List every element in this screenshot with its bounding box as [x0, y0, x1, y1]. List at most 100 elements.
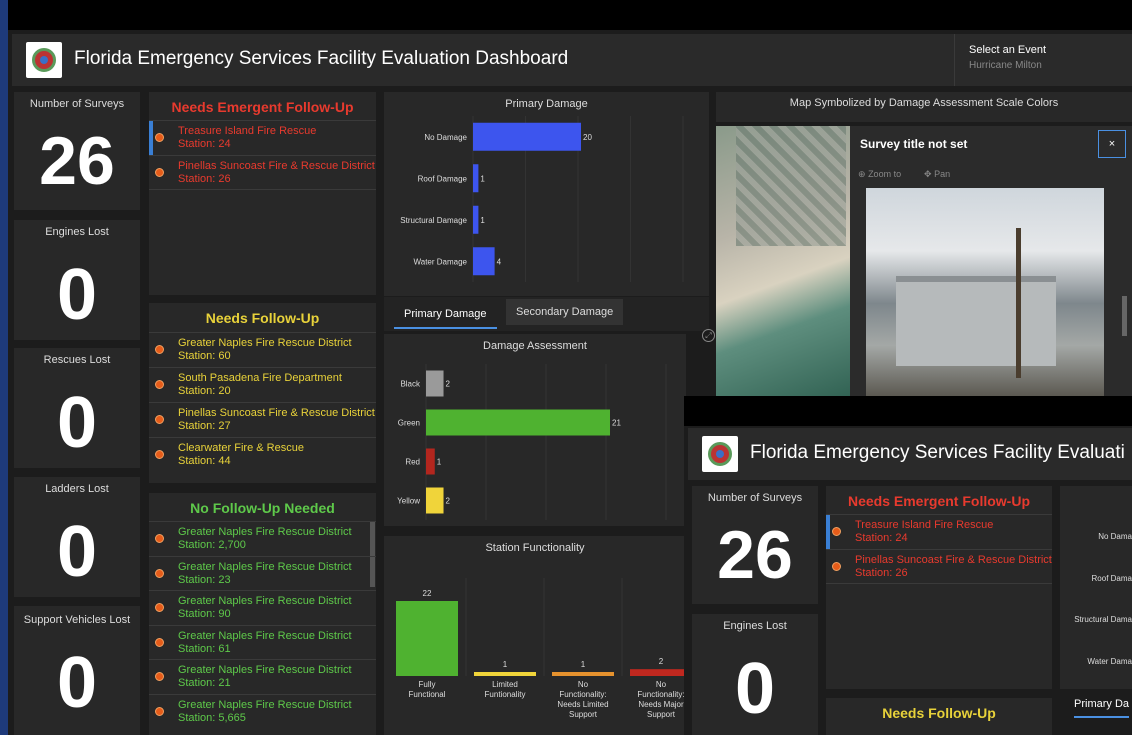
list-item[interactable]: Pinellas Suncoast Fire & Rescue District…: [149, 155, 376, 190]
photo-building: [896, 276, 1056, 366]
item-name: Pinellas Suncoast Fire & Rescue District: [855, 554, 1052, 566]
list-item[interactable]: Greater Naples Fire Rescue District Stat…: [149, 590, 376, 625]
item-station: Station: 21: [178, 677, 231, 689]
status-dot-icon: [832, 527, 841, 536]
expand-icon[interactable]: ⤢: [702, 329, 715, 342]
event-label: Select an Event: [969, 44, 1047, 56]
item-station: Station: 24: [855, 532, 908, 544]
list-title: Needs Emergent Follow-Up: [847, 493, 1031, 509]
emergent-list-panel: Needs Emergent Follow-Up Treasure Island…: [149, 92, 376, 295]
bar: [426, 370, 444, 397]
kpi-value: 0: [56, 383, 98, 463]
list-item[interactable]: Greater Naples Fire Rescue District Stat…: [149, 521, 376, 556]
list-item[interactable]: Greater Naples Fire Rescue District Stat…: [149, 332, 376, 367]
overlay-logo-icon: [702, 436, 738, 472]
zoom-to-button[interactable]: ⊕ Zoom to: [858, 169, 901, 180]
bar: [473, 164, 479, 193]
kpi-value: 0: [734, 649, 776, 729]
category-label: Roof Damage: [418, 174, 468, 183]
item-name: Greater Naples Fire Rescue District: [178, 337, 352, 349]
chart-title: Station Functionality: [485, 542, 585, 554]
damage-assessment-panel: Damage Assessment Black 2 Green 21 Red 1 Yello…: [384, 334, 686, 526]
chart-title: Damage Assessment: [483, 340, 587, 352]
list-item[interactable]: Clearwater Fire & Rescue Station: 44: [149, 437, 376, 472]
status-dot-icon: [832, 562, 841, 571]
list-title: Needs Follow-Up: [205, 310, 320, 326]
item-name: Greater Naples Fire Rescue District: [178, 595, 352, 607]
list-item[interactable]: Greater Naples Fire Rescue District Stat…: [149, 556, 376, 591]
overlay-emergent-panel: Needs Emergent Follow-Up Treasure Island…: [826, 486, 1052, 689]
list-item[interactable]: Greater Naples Fire Rescue District Stat…: [149, 659, 376, 694]
map-header: Map Symbolized by Damage Assessment Scal…: [716, 92, 1132, 122]
pan-button[interactable]: ✥ Pan: [924, 169, 950, 180]
tab-primary-damage[interactable]: Primary Damage: [394, 301, 497, 329]
list-item[interactable]: Greater Naples Fire Rescue District Stat…: [149, 625, 376, 660]
zoom-to-label: Zoom to: [868, 169, 902, 179]
data-label: 1: [581, 660, 586, 669]
map-view[interactable]: Survey title not set × ⊕ Zoom to ✥ Pan: [716, 126, 1132, 398]
status-dot-icon: [155, 450, 164, 459]
item-station: Station: 26: [855, 567, 908, 579]
bar: [473, 247, 495, 276]
overlay-tab-primary[interactable]: Primary Da: [1074, 698, 1130, 718]
list-item[interactable]: Treasure Island Fire Rescue Station: 24: [149, 120, 376, 155]
followup-list-panel: Needs Follow-Up Greater Naples Fire Resc…: [149, 303, 376, 483]
pan-icon: ✥: [924, 169, 932, 179]
kpi-value: 0: [56, 512, 98, 592]
kpi-engines: Engines Lost 0: [14, 220, 140, 340]
item-station: Station: 27: [178, 420, 231, 432]
popup-scrollbar[interactable]: [1122, 296, 1127, 336]
event-selector[interactable]: Select an Event Hurricane Milton: [954, 34, 1132, 86]
item-station: Station: 2,700: [178, 539, 246, 551]
kpi-ladders: Ladders Lost 0: [14, 477, 140, 597]
damage-tabs: Primary Damage Secondary Damage: [384, 297, 709, 331]
item-name: Greater Naples Fire Rescue District: [178, 699, 352, 711]
kpi-value: 26: [717, 517, 793, 593]
zoom-icon: ⊕: [858, 169, 866, 179]
category-label: No Functionality: Needs Major Support: [637, 680, 684, 719]
station-functionality-chart: 22 Fully Functional 1 Limited Funtionality 1 No…: [396, 578, 686, 719]
selection-marker: [149, 121, 153, 155]
tab-secondary-damage[interactable]: Secondary Damage: [506, 299, 624, 325]
category-label: No Damage: [424, 133, 467, 142]
data-label: 22: [423, 589, 432, 598]
category-label: Water Damage: [414, 257, 468, 266]
overlay-followup-panel: Needs Follow-Up: [826, 698, 1052, 735]
status-dot-icon: [155, 638, 164, 647]
map-title: Map Symbolized by Damage Assessment Scal…: [789, 97, 1059, 109]
bar: [630, 669, 686, 676]
station-functionality-panel: Station Functionality 22 Fully Functional 1…: [384, 536, 686, 735]
item-name: Pinellas Suncoast Fire & Rescue District: [178, 160, 375, 172]
list-item[interactable]: South Pasadena Fire Department Station: …: [149, 367, 376, 402]
data-label: 4: [497, 257, 502, 266]
survey-popup: Survey title not set × ⊕ Zoom to ✥ Pan: [850, 126, 1132, 398]
kpi-value: 0: [56, 643, 98, 723]
status-dot-icon: [155, 569, 164, 578]
item-name: Greater Naples Fire Rescue District: [178, 664, 352, 676]
status-dot-icon: [155, 168, 164, 177]
list-item[interactable]: Treasure Island Fire Rescue Station: 24: [826, 514, 1052, 549]
data-label: 1: [437, 458, 442, 467]
list-item[interactable]: Pinellas Suncoast Fire & Rescue District…: [149, 402, 376, 437]
overlay-chart-label: Structural Dama: [1074, 615, 1132, 624]
overlay-chart-label: Roof Dama: [1091, 574, 1132, 583]
bar: [426, 409, 610, 436]
overlay-header: Florida Emergency Services Facility Eval…: [688, 428, 1132, 480]
item-name: Greater Naples Fire Rescue District: [178, 561, 352, 573]
logo-icon: [26, 42, 62, 78]
list-item[interactable]: Greater Naples Fire Rescue District Stat…: [149, 694, 376, 729]
data-label: 2: [446, 497, 451, 506]
bar: [473, 205, 479, 234]
list-item[interactable]: Pinellas Suncoast Fire & Rescue District…: [826, 549, 1052, 584]
item-station: Station: 90: [178, 608, 231, 620]
item-name: Greater Naples Fire Rescue District: [178, 526, 352, 538]
kpi-rescues: Rescues Lost 0: [14, 348, 140, 468]
close-icon[interactable]: ×: [1098, 130, 1126, 158]
status-dot-icon: [155, 534, 164, 543]
bar: [552, 672, 614, 676]
status-dot-icon: [155, 707, 164, 716]
chart-title: Primary Damage: [505, 98, 588, 110]
item-name: South Pasadena Fire Department: [178, 372, 342, 384]
top-band: [8, 0, 1132, 30]
list-title: Needs Emergent Follow-Up: [171, 99, 354, 115]
